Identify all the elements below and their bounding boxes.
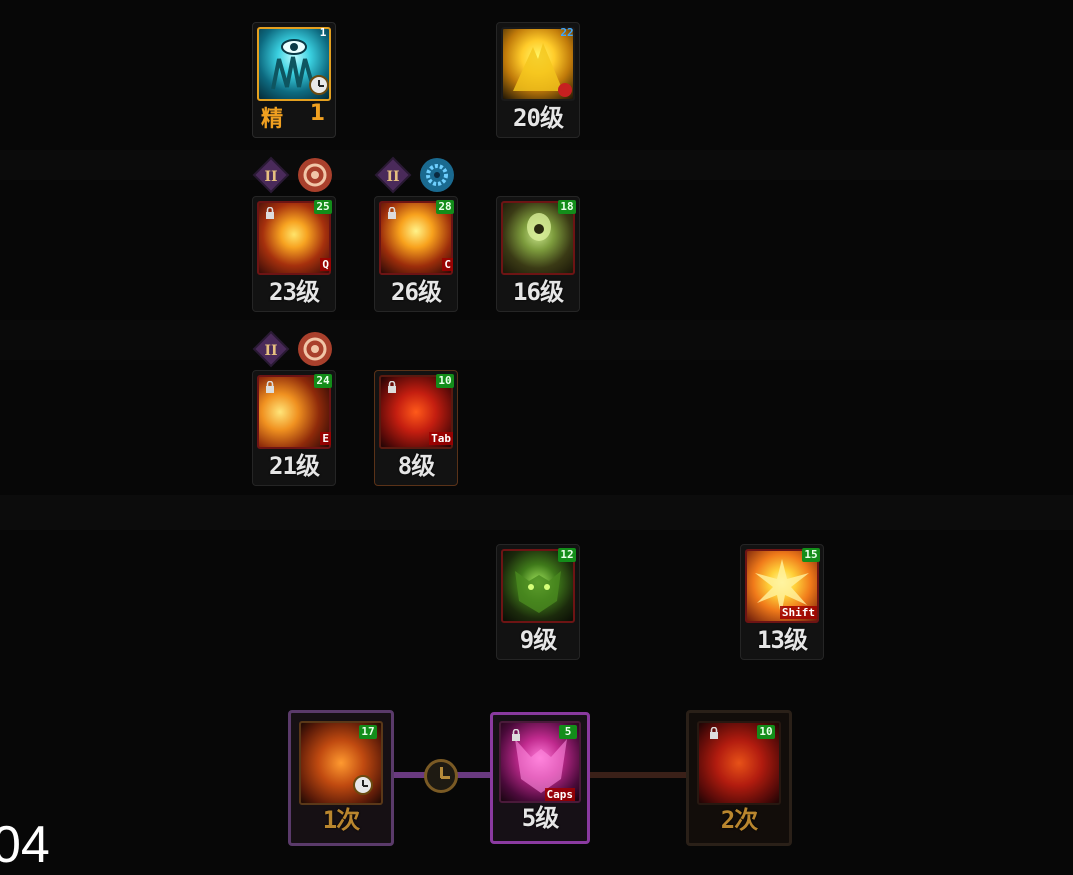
tier-two-rune-icon: II	[374, 156, 412, 194]
tier-two-rune-icon: II	[252, 330, 290, 368]
svg-text:II: II	[264, 169, 277, 185]
corner-overlay-text: 04	[0, 816, 50, 874]
heart-icon	[558, 83, 572, 97]
skill-level: 9级	[519, 626, 557, 654]
skill-level: 21级	[269, 452, 320, 480]
cast-count: 1次	[322, 806, 360, 834]
hotkey-label: C	[442, 258, 453, 271]
skill-slot-q[interactable]: 25 Q 23级	[252, 196, 336, 312]
skill-level: 20级	[513, 104, 564, 132]
svg-text:II: II	[386, 169, 399, 185]
tier-two-rune-icon: II	[252, 156, 290, 194]
svg-text:II: II	[264, 343, 277, 359]
skill-rank-badge: 22	[560, 26, 574, 39]
skill-rank-badge: 25	[314, 200, 332, 214]
spirit-label-right: 1	[309, 101, 325, 126]
skill-rank-badge: 5	[559, 725, 577, 739]
hotkey-label: Q	[320, 258, 331, 271]
cooldown-clock-icon	[353, 775, 373, 795]
skill-level: 23级	[269, 278, 320, 306]
skill-slot-fire-spirit[interactable]: 10 2次	[686, 710, 792, 846]
skill-slot-spirit[interactable]: 1 精 1	[252, 22, 336, 138]
skill-slot-root[interactable]: 17 1次	[288, 710, 394, 846]
lock-icon	[512, 729, 520, 741]
lock-icon	[266, 381, 274, 393]
skill-slot-tab[interactable]: 10 Tab 8级	[374, 370, 458, 486]
skill-link-line	[588, 772, 688, 778]
skill-slot-demon[interactable]: 12 9级	[496, 544, 580, 660]
cooldown-clock-icon	[424, 759, 458, 793]
skill-rank-badge: 12	[558, 548, 576, 562]
spirit-label: 精 1	[253, 101, 335, 133]
lock-icon	[266, 207, 274, 219]
skill-slot-volcano[interactable]: 22 20级	[496, 22, 580, 138]
row-divider	[0, 495, 1073, 530]
skill-slot-c[interactable]: 28 C 26级	[374, 196, 458, 312]
cast-count: 2次	[720, 806, 758, 834]
skill-rank-badge: 17	[359, 725, 377, 739]
cooldown-clock-icon	[309, 75, 329, 95]
skill-slot-caps[interactable]: 5 Caps 5级	[490, 712, 590, 844]
flower-gem-icon	[298, 332, 332, 366]
skill-rank-badge: 28	[436, 200, 454, 214]
gear-gem-icon	[420, 158, 454, 192]
skill-slot-e[interactable]: 24 E 21级	[252, 370, 336, 486]
skill-level: 13级	[757, 626, 808, 654]
skill-rank-badge: 18	[558, 200, 576, 214]
skill-level: 8级	[397, 452, 435, 480]
hotkey-label: E	[320, 432, 331, 445]
flower-gem-icon	[298, 158, 332, 192]
skill-slot-shift[interactable]: 15 Shift 13级	[740, 544, 824, 660]
hotkey-label: Shift	[779, 606, 817, 619]
skill-rank-badge: 24	[314, 374, 332, 388]
lock-icon	[388, 381, 396, 393]
skill-slot-ghost[interactable]: 18 16级	[496, 196, 580, 312]
skill-rank-badge: 10	[757, 725, 775, 739]
skill-rank-badge: 15	[802, 548, 820, 562]
lock-icon	[710, 727, 718, 739]
spirit-label-left: 精	[261, 107, 284, 132]
skill-rank-badge: 10	[436, 374, 454, 388]
row-divider	[0, 320, 1073, 360]
skill-level: 5级	[521, 804, 559, 832]
skill-rank-badge: 1	[319, 26, 327, 39]
hotkey-label: Tab	[429, 432, 453, 445]
row-divider	[0, 150, 1073, 180]
skill-level: 16级	[513, 278, 564, 306]
lock-icon	[388, 207, 396, 219]
skill-level: 26级	[391, 278, 442, 306]
